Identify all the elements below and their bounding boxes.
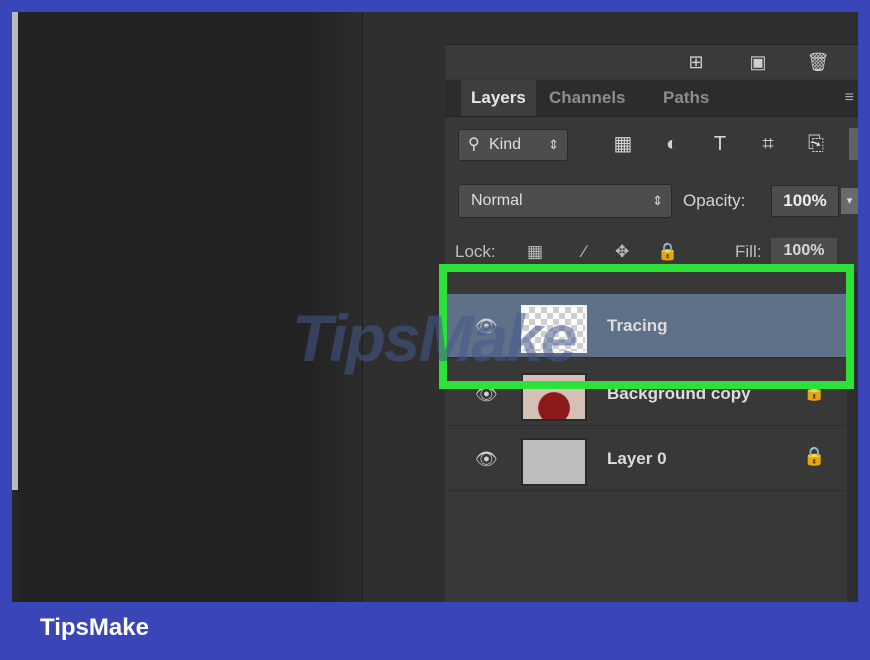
layer-filter-row: ⚲ Kind ⇕ ▦ ◐ T ⌗ ⎘: [445, 122, 858, 166]
blend-mode-select[interactable]: Normal ⇕: [458, 184, 672, 218]
footer-brand: TipsMake: [40, 614, 149, 641]
opacity-label: Opacity:: [683, 191, 746, 210]
lock-move-icon[interactable]: ✥: [615, 238, 629, 266]
filter-toggle[interactable]: [849, 128, 858, 160]
panel-menu-icon[interactable]: ≡: [845, 80, 854, 116]
lock-transparency-icon[interactable]: ▦: [527, 238, 543, 266]
layer-row-layer-0[interactable]: 👁 Layer 0 🔒: [445, 427, 858, 491]
search-icon: ⚲: [468, 136, 480, 153]
lock-all-icon[interactable]: 🔒: [657, 238, 678, 266]
footer-bar: TipsMake: [0, 602, 870, 660]
fill-field[interactable]: 100%: [771, 238, 837, 264]
kind-filter-select[interactable]: ⚲ Kind ⇕: [458, 129, 568, 161]
opacity-field[interactable]: 100%: [771, 185, 839, 217]
lock-row: Lock: ▦ ∕ ✥ 🔒 Fill: 100%: [445, 238, 858, 266]
new-layer-icon[interactable]: ⊞: [683, 50, 709, 74]
updown-arrow-icon: ⇕: [548, 137, 559, 152]
tab-paths[interactable]: Paths: [663, 80, 709, 116]
shape-filter-icon[interactable]: ⌗: [753, 129, 783, 159]
eye-icon[interactable]: 👁: [475, 448, 498, 470]
camera-icon[interactable]: ▣: [745, 50, 771, 74]
adjustment-filter-icon[interactable]: ◐: [657, 129, 687, 159]
panel-header-bar: [445, 12, 858, 45]
watermark: TipsMake: [292, 301, 578, 375]
trash-icon[interactable]: 🗑: [805, 50, 831, 74]
layer-name: Layer 0: [607, 449, 667, 468]
smart-object-filter-icon[interactable]: ⎘: [801, 129, 831, 159]
lock-icon: 🔒: [803, 446, 826, 466]
pixel-filter-icon[interactable]: ▦: [608, 129, 638, 159]
photoshop-workspace: ⊞ ▣ 🗑 Layers Channels Paths ≡ ⚲ Kind ⇕ ▦…: [12, 12, 858, 602]
panel-tabs: Layers Channels Paths ≡: [445, 80, 858, 117]
tab-channels[interactable]: Channels: [549, 80, 626, 116]
updown-arrow-icon: ⇕: [652, 193, 663, 208]
lock-brush-icon[interactable]: ∕: [583, 238, 586, 266]
fill-label: Fill:: [735, 242, 762, 261]
layer-thumbnail-gray: [521, 438, 587, 486]
lock-label: Lock:: [455, 242, 496, 261]
opacity-dropdown-icon[interactable]: ▾: [841, 188, 858, 214]
blend-mode-value: Normal: [471, 192, 523, 209]
kind-filter-label: Kind: [489, 136, 522, 153]
panel-icon-bar: ⊞ ▣ 🗑: [445, 45, 858, 79]
type-filter-icon[interactable]: T: [705, 129, 735, 159]
blend-row: Normal ⇕ Opacity: 100% ▾: [445, 184, 858, 218]
tab-layers[interactable]: Layers: [461, 80, 536, 116]
